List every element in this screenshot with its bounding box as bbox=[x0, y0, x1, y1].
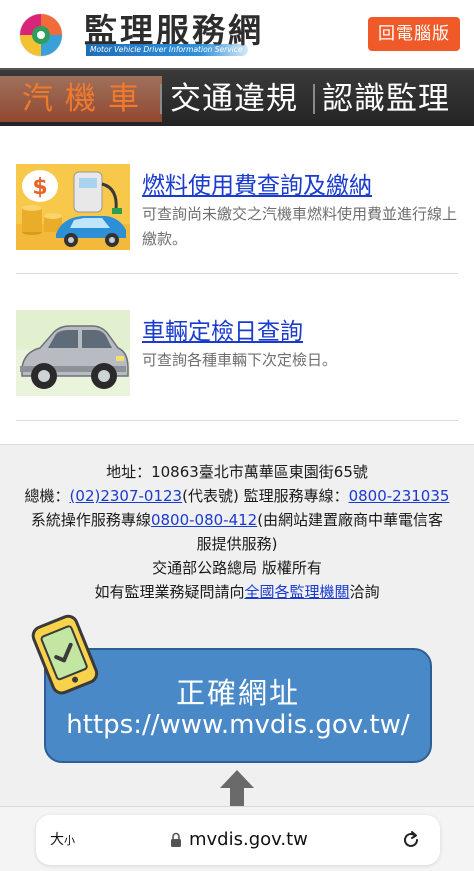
nav-tab-traffic-violations[interactable]: 交通違規 bbox=[170, 78, 298, 120]
service-description: 可查詢各種車輛下次定檢日。 bbox=[142, 351, 338, 369]
main-phone-link[interactable]: (02)2307-0123 bbox=[70, 487, 183, 505]
service-title-link[interactable]: 燃料使用費查詢及繳納 bbox=[142, 166, 372, 200]
address-bar[interactable]: 大小 mvdis.gov.tw bbox=[36, 815, 440, 865]
svg-text:$: $ bbox=[32, 175, 47, 200]
footer-copyright: 交通部公路總局 版權所有 bbox=[152, 559, 322, 577]
site-header: 監理服務網 Motor Vehicle Driver Information S… bbox=[0, 0, 474, 68]
text-size-big: 大 bbox=[50, 832, 64, 848]
hotline-link[interactable]: 0800-231035 bbox=[349, 487, 450, 505]
nav-divider bbox=[160, 84, 162, 114]
url-domain[interactable]: mvdis.gov.tw bbox=[189, 815, 308, 865]
footer-support-line: 系統操作服務專線0800-080-412(由網站建置廠商中華電信客 bbox=[0, 509, 474, 531]
text-size-small: 小 bbox=[64, 834, 75, 847]
support-suffix: (由網站建置廠商中華電信客 bbox=[257, 511, 444, 529]
correct-url-text: https://www.mvdis.gov.tw/ bbox=[66, 710, 410, 740]
lock-icon bbox=[171, 832, 181, 847]
inquiry-suffix: 洽詢 bbox=[349, 583, 380, 601]
fuel-fee-image[interactable]: $ bbox=[16, 164, 130, 250]
logo-ball-icon[interactable] bbox=[16, 10, 66, 58]
service-description: 可查詢尚未繳交之汽機車燃料使用費並進行線上繳款。 bbox=[142, 205, 458, 248]
text-size-button[interactable]: 大小 bbox=[50, 815, 75, 866]
desktop-version-button[interactable]: 回電腦版 bbox=[368, 17, 460, 51]
nav-divider bbox=[313, 84, 315, 114]
offices-link[interactable]: 全國各監理機關 bbox=[244, 583, 349, 601]
car-image[interactable] bbox=[16, 310, 130, 396]
footer-phone-line: 總機：(02)2307-0123(代表號) 監理服務專線：0800-231035 bbox=[0, 485, 474, 507]
main-nav: 汽機車 交通違規 認識監理 bbox=[0, 68, 474, 126]
reload-icon[interactable] bbox=[400, 829, 422, 851]
footer-inquiry-line: 如有監理業務疑問請向全國各監理機關洽詢 bbox=[0, 581, 474, 603]
phone-label: 總機： bbox=[24, 487, 70, 505]
footer-address: 地址：10863臺北市萬華區東園街65號 bbox=[106, 463, 368, 481]
footer-support-line-2: 服提供服務) bbox=[196, 535, 278, 553]
nav-tab-vehicles[interactable]: 汽機車 bbox=[22, 78, 151, 120]
browser-toolbar: 大小 mvdis.gov.tw bbox=[0, 806, 474, 871]
divider bbox=[16, 420, 458, 421]
phone-suffix: (代表號) 監理服務專線： bbox=[182, 487, 349, 505]
phone-check-icon bbox=[31, 614, 99, 695]
service-item-inspection-date: 車輛定檢日查詢 可查詢各種車輛下次定檢日。 bbox=[16, 310, 458, 400]
inquiry-prefix: 如有監理業務疑問請向 bbox=[94, 583, 245, 601]
nav-tab-about[interactable]: 認識監理 bbox=[322, 78, 450, 120]
service-item-fuel-fee: $ 燃料使用費查詢及繳納 可查詢尚未繳交之汽機車燃料使用費並進行線上繳款。 bbox=[16, 164, 458, 254]
support-label: 系統操作服務專線 bbox=[30, 511, 151, 529]
site-subtitle: Motor Vehicle Driver Information Service bbox=[86, 44, 248, 56]
service-title-link[interactable]: 車輛定檢日查詢 bbox=[142, 312, 303, 346]
support-phone-link[interactable]: 0800-080-412 bbox=[151, 511, 257, 529]
divider bbox=[16, 273, 458, 274]
